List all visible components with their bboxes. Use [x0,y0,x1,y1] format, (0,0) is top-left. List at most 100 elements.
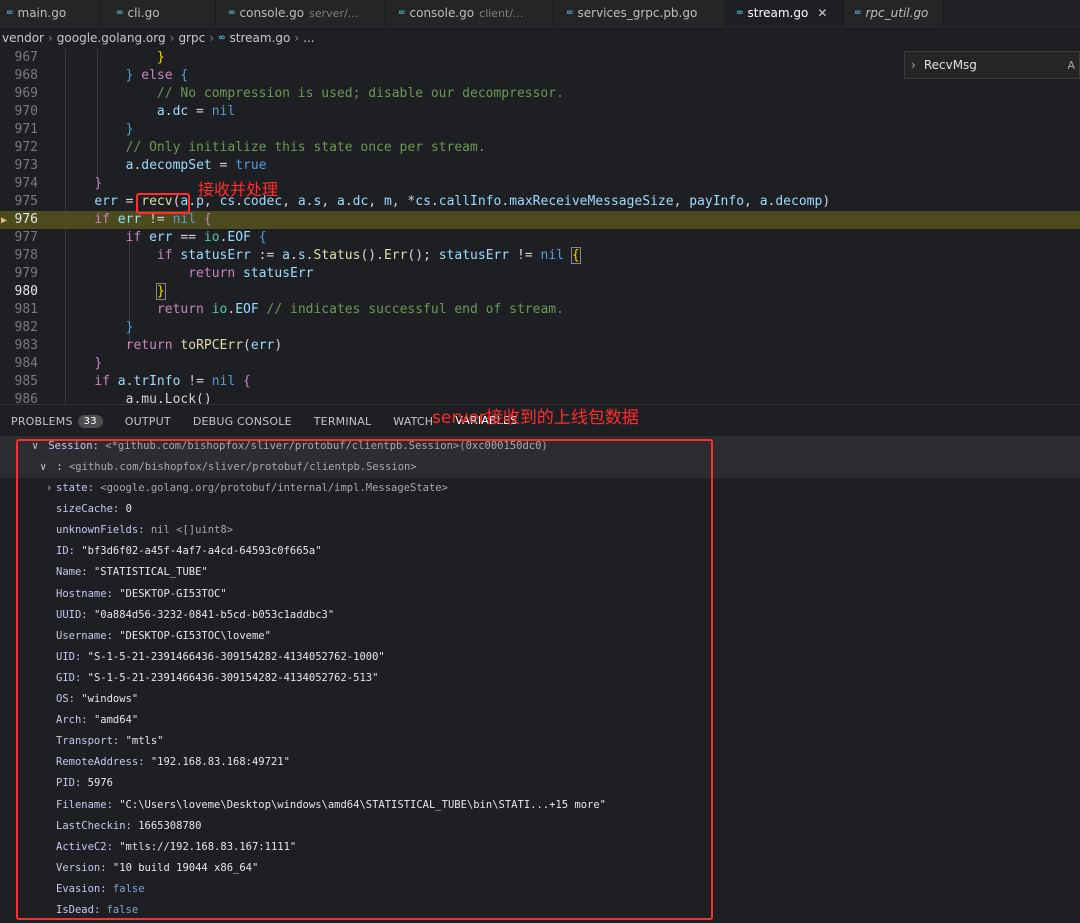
tab-stream-go[interactable]: ∞ stream.go ✕ [726,0,844,26]
line-number: 977 [14,230,38,245]
tab-label: WATCH [393,414,434,428]
code-line: 977 if err == io.EOF { [0,229,1080,247]
tab-label: stream.go [747,6,809,20]
line-number: 967 [14,50,38,65]
breadcrumb-item[interactable]: ... [303,31,314,45]
sticky-extra: A [1067,58,1075,72]
code-line: 981 return io.EOF // indicates successfu… [0,301,1080,319]
line-number: 980 [14,284,38,299]
tab-label: cli.go [127,6,160,20]
code-text: } [125,320,134,335]
line-number: 985 [14,374,38,389]
tab-label: console.go [239,6,305,20]
code-line: 982 } [0,319,1080,337]
go-file-icon: ∞ [736,8,743,18]
code-text: if err == io.EOF { [125,230,267,245]
tab-label: DEBUG CONSOLE [192,414,292,428]
code-text: return statusErr [188,266,314,281]
code-line: 973 a.decompSet = true [0,157,1080,175]
code-text: // Only initialize this state once per s… [63,140,486,155]
line-number: 982 [14,320,38,335]
tab-problems[interactable]: PROBLEMS 33 [0,405,114,437]
code-line: 979 return statusErr [0,265,1080,283]
annotation-recv-note: 接收并处理 [198,180,279,199]
line-number: 971 [14,122,38,137]
code-text: // No compression is used; disable our d… [63,86,564,101]
tab-hint: client/... [479,6,524,20]
breadcrumb-item[interactable]: google.golang.org [57,31,166,45]
code-text: } else { [125,68,189,83]
breadcrumb-item[interactable]: grpc [178,31,205,45]
tab-label: TERMINAL [313,414,372,428]
debug-pointer-icon: ▶ [1,215,8,226]
go-file-icon: ∞ [854,8,861,18]
annotation-box-recv [136,193,190,214]
go-file-icon: ∞ [566,8,573,18]
breadcrumb-item[interactable]: stream.go [230,31,291,45]
line-number: 975 [14,194,38,209]
tab-label: main.go [17,6,67,20]
code-text: return io.EOF // indicates successful en… [156,302,564,317]
code-line: 970 a.dc = nil [0,103,1080,121]
tab-services-grpc-pb-go[interactable]: ∞ services_grpc.pb.go [554,0,726,26]
chevron-right-icon: › [47,31,53,45]
line-number: 969 [14,86,38,101]
tab-terminal[interactable]: TERMINAL [303,405,383,437]
line-number: 981 [14,302,38,317]
code-editor[interactable]: 967 } 968 } else { 969 // No compression… [0,49,1080,404]
code-line: 983 return toRPCErr(err) [0,337,1080,355]
tab-console-go-client[interactable]: ∞ console.go client/... [386,0,554,26]
go-file-icon: ∞ [398,8,405,18]
sticky-scroll-widget[interactable]: › RecvMsg A [904,51,1080,79]
code-text: } [156,50,165,65]
annotation-server-note: server接收到的上线包数据 [432,408,639,428]
line-number: 968 [14,68,38,83]
problems-count-badge: 33 [77,414,103,428]
code-line: 972 // Only initialize this state once p… [0,139,1080,157]
tab-label: PROBLEMS [11,414,73,428]
annotation-box-variables [16,439,713,920]
editor-tab-bar: ∞ main.go ∞ cli.go ∞ console.go server/... ∞… [0,0,1080,27]
code-text: } [155,283,166,300]
code-line: 978 if statusErr := a.s.Status().Err(); … [0,247,1080,265]
tab-label: services_grpc.pb.go [577,6,698,20]
line-number: 970 [14,104,38,119]
code-text: } [125,122,134,137]
code-line: 985 if a.trInfo != nil { [0,373,1080,391]
code-text: } [94,176,103,191]
go-file-icon: ∞ [228,8,235,18]
chevron-right-icon: › [169,31,175,45]
breadcrumb: vendor › google.golang.org › grpc › ∞ strea… [0,27,1080,49]
tab-console-go-server[interactable]: ∞ console.go server/... [216,0,386,26]
tab-label: OUTPUT [124,414,171,428]
line-number: 973 [14,158,38,173]
tab-cli-go[interactable]: ∞ cli.go [100,0,216,26]
line-number: 978 [14,248,38,263]
code-text: return toRPCErr(err) [125,338,283,353]
code-line: 980 } [0,283,1080,301]
go-file-icon: ∞ [218,33,226,43]
code-text: } [94,356,103,371]
breadcrumb-item[interactable]: vendor [2,31,44,45]
go-file-icon: ∞ [116,8,123,18]
code-line: 974 } [0,175,1080,193]
tab-output[interactable]: OUTPUT [114,405,182,437]
chevron-right-icon: › [911,58,916,72]
close-icon[interactable]: ✕ [817,6,827,20]
line-number: 986 [14,392,38,404]
line-number: 984 [14,356,38,371]
code-text: a.dc = nil [156,104,236,119]
chevron-right-icon: › [294,31,300,45]
variables-view: ∨ Session: <*github.com/bishopfox/sliver… [0,436,1080,923]
chevron-right-icon: › [209,31,215,45]
code-text: if statusErr := a.s.Status().Err(); stat… [156,247,581,264]
code-text: a.mu.Lock() [63,392,212,404]
line-number: 972 [14,140,38,155]
tab-label: rpc_util.go [865,6,929,20]
tab-hint: server/... [309,6,359,20]
tab-debug-console[interactable]: DEBUG CONSOLE [182,405,303,437]
tab-rpc-util-go[interactable]: ∞ rpc_util.go [844,0,944,26]
line-number: 979 [14,266,38,281]
line-number: 974 [14,176,38,191]
tab-main-go[interactable]: ∞ main.go [0,0,100,26]
